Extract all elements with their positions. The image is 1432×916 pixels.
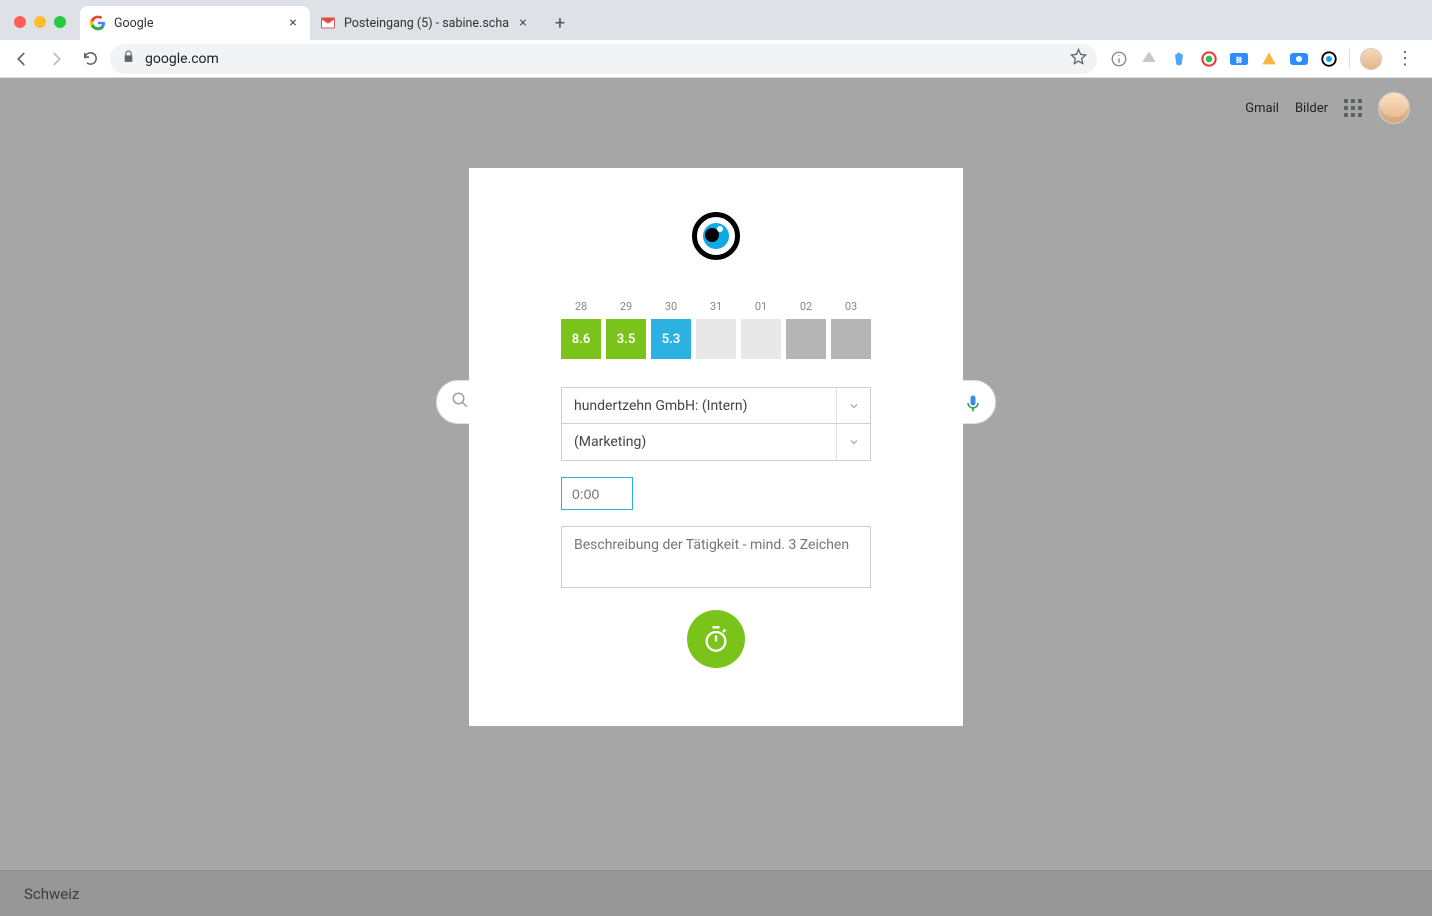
close-tab-icon[interactable]: × <box>286 16 300 30</box>
tabs: Google × Posteingang (5) - sabine.scha ×… <box>80 0 574 40</box>
extension-icons: ⛓ ⋮ <box>1103 48 1424 70</box>
search-icon <box>451 391 469 413</box>
tab-title: Posteingang (5) - sabine.scha <box>344 16 516 31</box>
day-29[interactable]: 29 3.5 <box>606 300 646 359</box>
day-30[interactable]: 30 5.3 <box>651 300 691 359</box>
browser-menu-icon[interactable]: ⋮ <box>1392 48 1418 69</box>
day-box[interactable]: 3.5 <box>606 319 646 359</box>
bookmark-star-icon[interactable] <box>1070 48 1087 69</box>
tab-gmail[interactable]: Posteingang (5) - sabine.scha × <box>310 6 540 40</box>
account-avatar[interactable] <box>1378 92 1410 124</box>
close-tab-icon[interactable]: × <box>516 16 530 30</box>
day-box[interactable] <box>786 319 826 359</box>
voice-search-icon[interactable] <box>963 393 981 411</box>
lock-icon <box>122 50 135 67</box>
day-box[interactable]: 5.3 <box>651 319 691 359</box>
divider <box>1349 49 1350 69</box>
ext-video-icon[interactable] <box>1289 49 1309 69</box>
browser-tab-strip: Google × Posteingang (5) - sabine.scha ×… <box>0 0 1432 40</box>
gmail-favicon-icon <box>320 15 336 31</box>
bilder-link[interactable]: Bilder <box>1295 101 1328 116</box>
day-28[interactable]: 28 8.6 <box>561 300 601 359</box>
tab-google[interactable]: Google × <box>80 6 310 40</box>
stopwatch-icon <box>702 625 730 653</box>
browser-toolbar: google.com ⛓ ⋮ <box>0 40 1432 78</box>
day-03[interactable]: 03 <box>831 300 871 359</box>
day-31[interactable]: 31 <box>696 300 736 359</box>
client-select[interactable]: hundertzehn GmbH: (Intern) <box>561 387 871 424</box>
day-01[interactable]: 01 <box>741 300 781 359</box>
close-window-icon[interactable] <box>14 16 26 28</box>
day-box[interactable] <box>831 319 871 359</box>
ext-warning-icon[interactable] <box>1259 49 1279 69</box>
minimize-window-icon[interactable] <box>34 16 46 28</box>
day-box[interactable] <box>696 319 736 359</box>
tab-title: Google <box>114 16 286 31</box>
new-tab-button[interactable]: + <box>546 9 574 37</box>
fullscreen-window-icon[interactable] <box>54 16 66 28</box>
reload-button[interactable] <box>76 45 104 73</box>
time-input[interactable] <box>561 477 633 510</box>
chevron-down-icon <box>836 388 870 423</box>
ext-brave-icon[interactable] <box>1169 49 1189 69</box>
description-textarea[interactable] <box>561 526 871 588</box>
ext-eye-icon[interactable] <box>1319 49 1339 69</box>
gmail-link[interactable]: Gmail <box>1245 101 1279 116</box>
day-02[interactable]: 02 <box>786 300 826 359</box>
time-entry-form: hundertzehn GmbH: (Intern) (Marketing) <box>561 387 871 668</box>
day-box[interactable] <box>741 319 781 359</box>
google-apps-icon[interactable] <box>1344 99 1362 117</box>
footer-country: Schweiz <box>24 885 79 903</box>
svg-text:⛓: ⛓ <box>1235 56 1243 64</box>
footer: Schweiz <box>0 870 1432 916</box>
ext-zoom-icon[interactable]: ⛓ <box>1229 49 1249 69</box>
ext-drive-icon[interactable] <box>1139 49 1159 69</box>
client-select-value: hundertzehn GmbH: (Intern) <box>562 398 760 414</box>
moco-logo-icon <box>692 212 740 260</box>
time-tracking-modal: 28 8.6 29 3.5 30 5.3 31 01 02 03 hu <box>469 168 963 726</box>
window-controls <box>0 16 80 40</box>
start-timer-button[interactable] <box>687 610 745 668</box>
chevron-down-icon <box>836 424 870 460</box>
back-button[interactable] <box>8 45 36 73</box>
google-header-links: Gmail Bilder <box>1245 92 1410 124</box>
ext-colorful-icon[interactable] <box>1199 49 1219 69</box>
day-box[interactable]: 8.6 <box>561 319 601 359</box>
project-select[interactable]: (Marketing) <box>561 424 871 461</box>
profile-avatar[interactable] <box>1360 48 1382 70</box>
day-selector: 28 8.6 29 3.5 30 5.3 31 01 02 03 <box>561 300 871 359</box>
forward-button[interactable] <box>42 45 70 73</box>
url-text: google.com <box>145 51 219 67</box>
project-select-value: (Marketing) <box>562 434 658 450</box>
ext-info-icon[interactable] <box>1109 49 1129 69</box>
address-bar[interactable]: google.com <box>110 44 1097 74</box>
google-favicon-icon <box>90 15 106 31</box>
